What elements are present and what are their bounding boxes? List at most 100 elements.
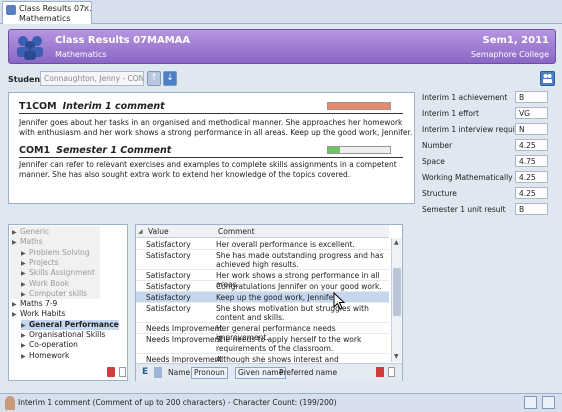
- tree-item[interactable]: ▶ Work Habits: [12, 309, 65, 319]
- tab-strip: Class Results 07... Mathematics ✕: [0, 0, 562, 24]
- tree-item[interactable]: ▶ Projects: [21, 258, 59, 268]
- field-label: Semester 1 unit result: [422, 205, 506, 214]
- chart-icon[interactable]: [524, 396, 537, 409]
- comment-heading: COM1 Semester 1 Comment: [19, 145, 171, 156]
- scroll-up-icon[interactable]: ▲: [394, 239, 399, 246]
- class-banner: Class Results 07MAMAA Mathematics Sem1, …: [8, 29, 556, 64]
- tab-title: Class Results 07...: [19, 4, 92, 13]
- table-row[interactable]: Satisfactory Her overall performance is e…: [136, 239, 389, 250]
- field-value[interactable]: 4.25: [515, 187, 548, 199]
- copy-icon[interactable]: [388, 367, 395, 377]
- tree-item-label: Co-operation: [29, 340, 78, 350]
- table-footer: E Name Pronoun Given name Preferred name: [136, 363, 402, 381]
- pronoun-button[interactable]: Pronoun: [191, 367, 228, 379]
- student-select[interactable]: Connaughton, Jenny - CON0...: [40, 71, 144, 86]
- scrollbar-thumb[interactable]: [393, 268, 401, 316]
- tree-item[interactable]: ▶ Co-operation: [21, 340, 78, 350]
- comment-title: Semester 1 Comment: [56, 145, 172, 156]
- tree-item-label: Skills Assignment: [29, 268, 95, 278]
- tree-item-label: Organisational Skills: [29, 330, 106, 339]
- tree-item[interactable]: ▶ Organisational Skills: [21, 330, 105, 340]
- name-label: Name: [168, 368, 191, 377]
- table-scrollbar[interactable]: ▲ ▼: [391, 238, 402, 362]
- row-comment: Her overall performance is excellent.: [216, 240, 355, 249]
- column-header-value[interactable]: Value: [148, 227, 169, 236]
- comment-title: Interim 1 comment: [62, 101, 165, 112]
- field-label: Interim 1 effort: [422, 109, 479, 118]
- next-student-button[interactable]: ↓: [163, 71, 177, 86]
- tree-item-label: Homework: [29, 350, 70, 360]
- student-label: Student: [8, 75, 44, 84]
- tree-item-label: Work Book: [29, 278, 70, 288]
- expand-arrow-icon[interactable]: ▶: [21, 352, 29, 362]
- field-label: Space: [422, 157, 445, 166]
- tree-item-label: Projects: [29, 257, 59, 267]
- character-count-bar: [327, 146, 391, 154]
- field-value[interactable]: 4.75: [515, 155, 548, 167]
- column-header-comment[interactable]: Comment: [218, 227, 255, 236]
- comment-code: T1COM: [19, 101, 57, 112]
- class-title: Class Results 07MAMAA: [55, 35, 191, 46]
- row-comment: She shows motivation but struggles with …: [216, 304, 369, 322]
- tree-item-label: Generic: [20, 227, 50, 236]
- copy-icon[interactable]: [119, 367, 126, 377]
- tab-class-results[interactable]: Class Results 07... Mathematics ✕: [2, 1, 92, 24]
- scroll-down-icon[interactable]: ▼: [394, 353, 399, 360]
- table-header: ◢ Value Comment: [136, 225, 389, 238]
- table-row[interactable]: Needs Improvement Her general performance…: [136, 323, 389, 342]
- row-value: Satisfactory: [146, 304, 191, 313]
- divider: [19, 157, 403, 158]
- field-value[interactable]: N: [515, 123, 548, 135]
- tree-item[interactable]: ▶ General Performance: [21, 319, 119, 330]
- tree-item[interactable]: ▶ Homework: [21, 351, 69, 361]
- expand-arrow-icon[interactable]: ▶: [12, 238, 20, 248]
- row-value: Needs Improvement: [146, 335, 223, 344]
- semester-label: Sem1, 2011: [482, 35, 549, 46]
- row-value: Satisfactory: [146, 271, 191, 280]
- trash-icon[interactable]: [376, 367, 384, 377]
- tree-item[interactable]: ▶ Computer skills: [21, 289, 87, 299]
- tree-item-label: Work Habits: [20, 309, 66, 319]
- students-list-button[interactable]: [540, 71, 555, 86]
- field-value[interactable]: B: [515, 91, 548, 103]
- comment-text[interactable]: Jennifer can refer to relevant exercises…: [19, 160, 414, 180]
- collapse-icon[interactable]: ◢: [138, 228, 143, 235]
- tree-item[interactable]: ▶ Problem Solving: [21, 248, 90, 258]
- preferred-name-label[interactable]: Preferred name: [279, 368, 337, 377]
- row-comment: Congratulations Jennifer on your good wo…: [216, 282, 382, 291]
- comment-heading: T1COM Interim 1 comment: [19, 101, 165, 112]
- table-row[interactable]: Satisfactory She shows motivation but str…: [136, 303, 389, 323]
- tree-item[interactable]: ▶ Maths: [12, 237, 43, 247]
- tree-item[interactable]: ▶ Skills Assignment: [21, 268, 95, 278]
- field-value[interactable]: VG: [515, 107, 548, 119]
- field-label: Interim 1 interview required: [422, 125, 528, 134]
- field-value[interactable]: B: [515, 203, 548, 215]
- people-group-icon: [17, 36, 43, 60]
- close-icon[interactable]: ✕: [83, 4, 90, 13]
- tree-item-label: Computer skills: [29, 288, 88, 298]
- table-row[interactable]: Satisfactory She has made outstanding pro…: [136, 250, 389, 270]
- table-row[interactable]: Satisfactory Keep up the good work, Jenni…: [136, 292, 389, 303]
- tree-item[interactable]: ▶ Generic: [12, 227, 49, 237]
- field-value[interactable]: 4.25: [515, 171, 548, 183]
- row-value: Satisfactory: [146, 282, 191, 291]
- tree-item[interactable]: ▶ Work Book: [21, 279, 69, 289]
- previous-student-button[interactable]: ↑: [147, 71, 161, 86]
- comment-text[interactable]: Jennifer goes about her tasks in an orga…: [19, 118, 414, 138]
- comment-code: COM1: [19, 145, 51, 156]
- row-comment: Keep up the good work, Jennifer.: [216, 293, 338, 302]
- row-comment: She has made outstanding progress and ha…: [216, 251, 384, 269]
- mouse-cursor-icon: [333, 292, 345, 310]
- comments-panel: T1COM Interim 1 comment Jennifer goes abo…: [8, 92, 415, 204]
- tab-subtitle: Mathematics: [19, 14, 71, 23]
- table-row[interactable]: Needs Improvement She needs to apply hers…: [136, 334, 389, 354]
- trash-icon[interactable]: [107, 367, 115, 377]
- table-row[interactable]: Satisfactory Her work shows a strong perf…: [136, 270, 389, 289]
- tree-item[interactable]: ▶ Maths 7-9: [12, 299, 57, 309]
- table-row[interactable]: Satisfactory Congratulations Jennifer on …: [136, 281, 389, 292]
- expand-arrow-icon[interactable]: ▶: [12, 310, 20, 320]
- user-settings-icon[interactable]: [542, 396, 555, 409]
- field-value[interactable]: 4.25: [515, 139, 548, 151]
- edit-icon[interactable]: E: [142, 367, 148, 377]
- comment-bank-table: ◢ Value Comment Satisfactory Her overall …: [135, 224, 403, 381]
